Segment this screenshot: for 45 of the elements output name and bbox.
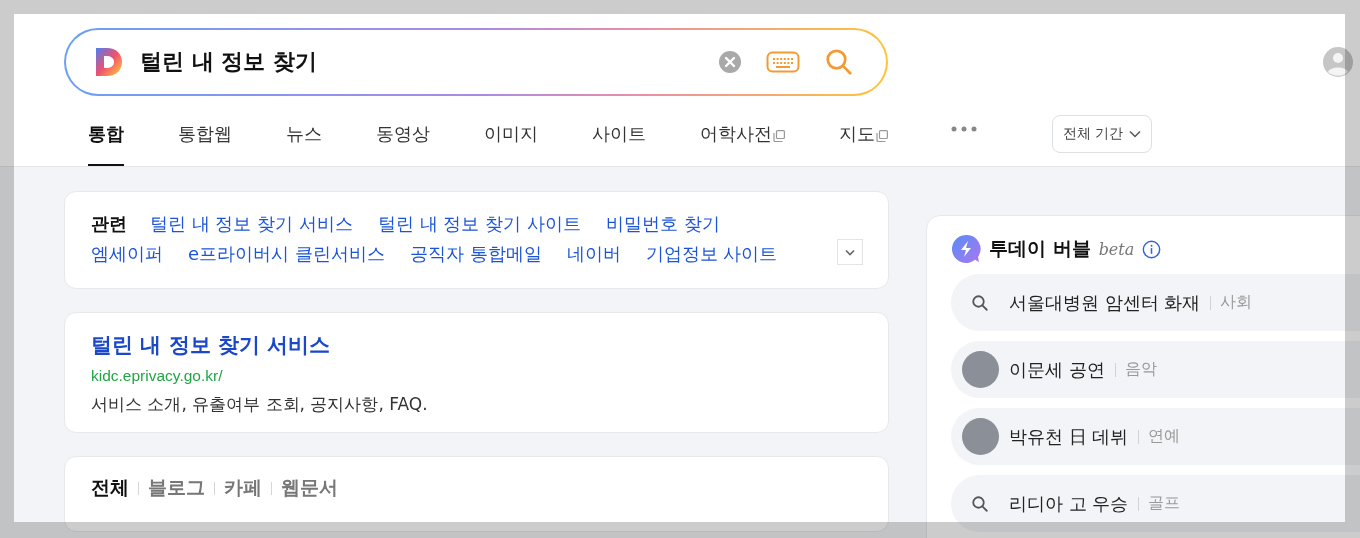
source-tab[interactable]: 카페: [224, 475, 262, 501]
keyboard-icon[interactable]: [766, 51, 800, 73]
expand-button[interactable]: [837, 239, 863, 265]
new-window-icon: [876, 130, 888, 142]
chevron-down-icon: [1129, 130, 1142, 138]
result-title-link[interactable]: 털린 내 정보 찾기 서비스: [91, 331, 862, 359]
search-query: 털린 내 정보 찾기: [140, 48, 318, 76]
source-tab[interactable]: 블로그: [148, 475, 205, 501]
source-tab[interactable]: 웹문서: [281, 475, 338, 501]
nav-tab[interactable]: 뉴스: [286, 112, 322, 166]
nav-tab[interactable]: 어학사전: [700, 112, 785, 166]
related-link[interactable]: 공직자 통합메일: [409, 242, 542, 266]
date-filter-dropdown[interactable]: 전체 기간: [1052, 115, 1153, 153]
search-icon: [971, 293, 989, 312]
avatar-photo-placeholder: [961, 418, 999, 455]
nav-tab[interactable]: 이미지: [484, 112, 538, 166]
nav-tab[interactable]: 통합웹: [178, 112, 232, 166]
nav-tab[interactable]: 사이트: [592, 112, 646, 166]
search-icon: [971, 494, 989, 513]
lightning-bubble-icon: [951, 234, 981, 264]
search-field[interactable]: 털린 내 정보 찾기: [64, 28, 888, 96]
related-link[interactable]: 털린 내 정보 찾기 사이트: [377, 212, 581, 236]
logo-icon: [94, 46, 124, 78]
search-icon: [824, 47, 854, 77]
related-link[interactable]: 털린 내 정보 찾기 서비스: [150, 212, 353, 236]
avatar-photo-placeholder: [961, 351, 999, 388]
today-bubble-title: 투데이 버블: [989, 236, 1091, 261]
more-icon[interactable]: [951, 126, 977, 132]
related-link[interactable]: 비밀번호 찾기: [605, 212, 720, 236]
result-description: 서비스 소개, 유출여부 조회, 공지사항, FAQ.: [91, 393, 429, 416]
beta-label: beta: [1098, 239, 1135, 259]
related-label: 관련: [91, 212, 127, 236]
new-window-icon: [773, 130, 785, 142]
clear-icon[interactable]: [718, 50, 742, 74]
source-tab[interactable]: 전체: [91, 475, 129, 501]
result-url: kidc.eprivacy.go.kr/: [91, 367, 224, 385]
info-icon[interactable]: [1142, 239, 1162, 259]
nav-tab[interactable]: 동영상: [376, 112, 430, 166]
related-link[interactable]: 네이버: [566, 242, 621, 266]
nav-tab[interactable]: 통합: [88, 112, 124, 166]
chevron-down-icon: [845, 248, 855, 256]
related-link[interactable]: 엠세이퍼: [91, 242, 163, 266]
nav-tab[interactable]: 지도: [839, 112, 888, 166]
related-link[interactable]: 기업정보 사이트: [645, 242, 778, 266]
related-link[interactable]: e프라이버시 클린서비스: [188, 242, 385, 266]
